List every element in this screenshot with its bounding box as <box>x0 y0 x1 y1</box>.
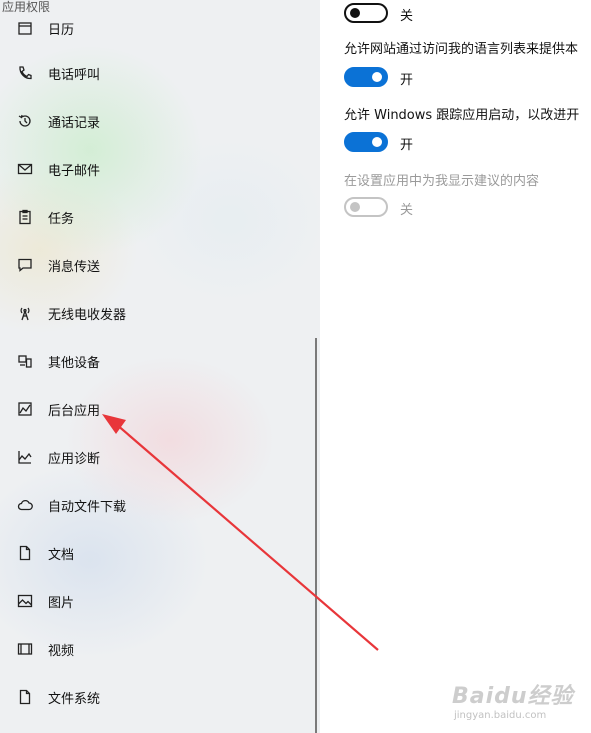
antenna-icon <box>16 304 34 322</box>
watermark: Baidu经验 jingyan.baidu.com <box>448 676 588 728</box>
setting-toggle-2[interactable] <box>344 67 388 87</box>
sidebar-item-label: 文档 <box>48 547 75 563</box>
calendar-icon <box>16 19 34 37</box>
sidebar-item-label: 其他设备 <box>48 355 101 371</box>
history-icon <box>16 112 34 130</box>
sidebar-item-pictures[interactable]: 图片 <box>0 583 310 619</box>
setting-toggle-3[interactable] <box>344 132 388 152</box>
cloud-icon <box>16 496 34 514</box>
sidebar-item-label: 后台应用 <box>48 403 101 419</box>
sidebar-item-label: 文件系统 <box>48 691 101 707</box>
setting-description-3: 允许 Windows 跟踪应用启动，以改进开 <box>344 108 580 123</box>
image-icon <box>16 592 34 610</box>
setting-toggle-4 <box>344 197 388 217</box>
document-icon <box>16 544 34 562</box>
sidebar-item-app-diagnostics[interactable]: 应用诊断 <box>0 439 310 475</box>
toggle-knob <box>372 72 382 82</box>
background-apps-icon <box>16 400 34 418</box>
phone-icon <box>16 64 34 82</box>
sidebar-item-label: 视频 <box>48 643 75 659</box>
diagnostics-icon <box>16 448 34 466</box>
sidebar-item-tasks[interactable]: 任务 <box>0 199 310 235</box>
sidebar-item-label: 消息传送 <box>48 259 101 275</box>
sidebar-item-call-history[interactable]: 通话记录 <box>0 103 310 139</box>
sidebar-item-label: 无线电收发器 <box>48 307 127 323</box>
toggle-knob <box>372 137 382 147</box>
sidebar-item-calendar[interactable]: 日历 <box>0 10 310 46</box>
sidebar-item-radios[interactable]: 无线电收发器 <box>0 295 310 331</box>
sidebar-item-other-devices[interactable]: 其他设备 <box>0 343 310 379</box>
settings-window: 应用权限 日历 电话呼叫 通话记录 电子邮件 任务 消息传送 无线电收发器 其他… <box>0 0 591 733</box>
sidebar-item-documents[interactable]: 文档 <box>0 535 310 571</box>
sidebar-item-phone[interactable]: 电话呼叫 <box>0 55 310 91</box>
sidebar-item-file-system[interactable]: 文件系统 <box>0 679 310 715</box>
toggle-state-label-1: 关 <box>400 9 414 24</box>
sidebar-item-label: 图片 <box>48 595 75 611</box>
watermark-url: jingyan.baidu.com <box>454 710 547 721</box>
sidebar: 应用权限 日历 电话呼叫 通话记录 电子邮件 任务 消息传送 无线电收发器 其他… <box>0 0 320 733</box>
toggle-state-label-2: 开 <box>400 73 414 88</box>
sidebar-item-label: 电子邮件 <box>48 163 101 179</box>
sidebar-item-label: 自动文件下载 <box>48 499 127 515</box>
sidebar-item-label: 通话记录 <box>48 115 101 131</box>
setting-toggle-1[interactable] <box>344 3 388 23</box>
sidebar-item-label: 日历 <box>48 22 75 38</box>
setting-description-4: 在设置应用中为我显示建议的内容 <box>344 174 540 189</box>
main-content: 关 允许网站通过访问我的语言列表来提供本 开 允许 Windows 跟踪应用启动… <box>320 0 591 733</box>
sidebar-item-label: 应用诊断 <box>48 451 101 467</box>
sidebar-item-email[interactable]: 电子邮件 <box>0 151 310 187</box>
watermark-logo: Baidu经验 <box>452 684 574 709</box>
toggle-state-label-3: 开 <box>400 138 414 153</box>
toggle-knob <box>350 202 360 212</box>
sidebar-item-label: 电话呼叫 <box>48 67 101 83</box>
toggle-state-label-4: 关 <box>400 203 414 218</box>
sidebar-item-messaging[interactable]: 消息传送 <box>0 247 310 283</box>
clipboard-icon <box>16 208 34 226</box>
sidebar-scrollbar[interactable] <box>315 338 317 733</box>
toggle-knob <box>350 8 360 18</box>
sidebar-item-background-apps[interactable]: 后台应用 <box>0 391 310 427</box>
setting-description-2: 允许网站通过访问我的语言列表来提供本 <box>344 42 579 57</box>
chat-icon <box>16 256 34 274</box>
devices-icon <box>16 352 34 370</box>
file-icon <box>16 688 34 706</box>
mail-icon <box>16 160 34 178</box>
video-icon <box>16 640 34 658</box>
sidebar-item-label: 任务 <box>48 211 75 227</box>
sidebar-item-videos[interactable]: 视频 <box>0 631 310 667</box>
sidebar-item-auto-downloads[interactable]: 自动文件下载 <box>0 487 310 523</box>
